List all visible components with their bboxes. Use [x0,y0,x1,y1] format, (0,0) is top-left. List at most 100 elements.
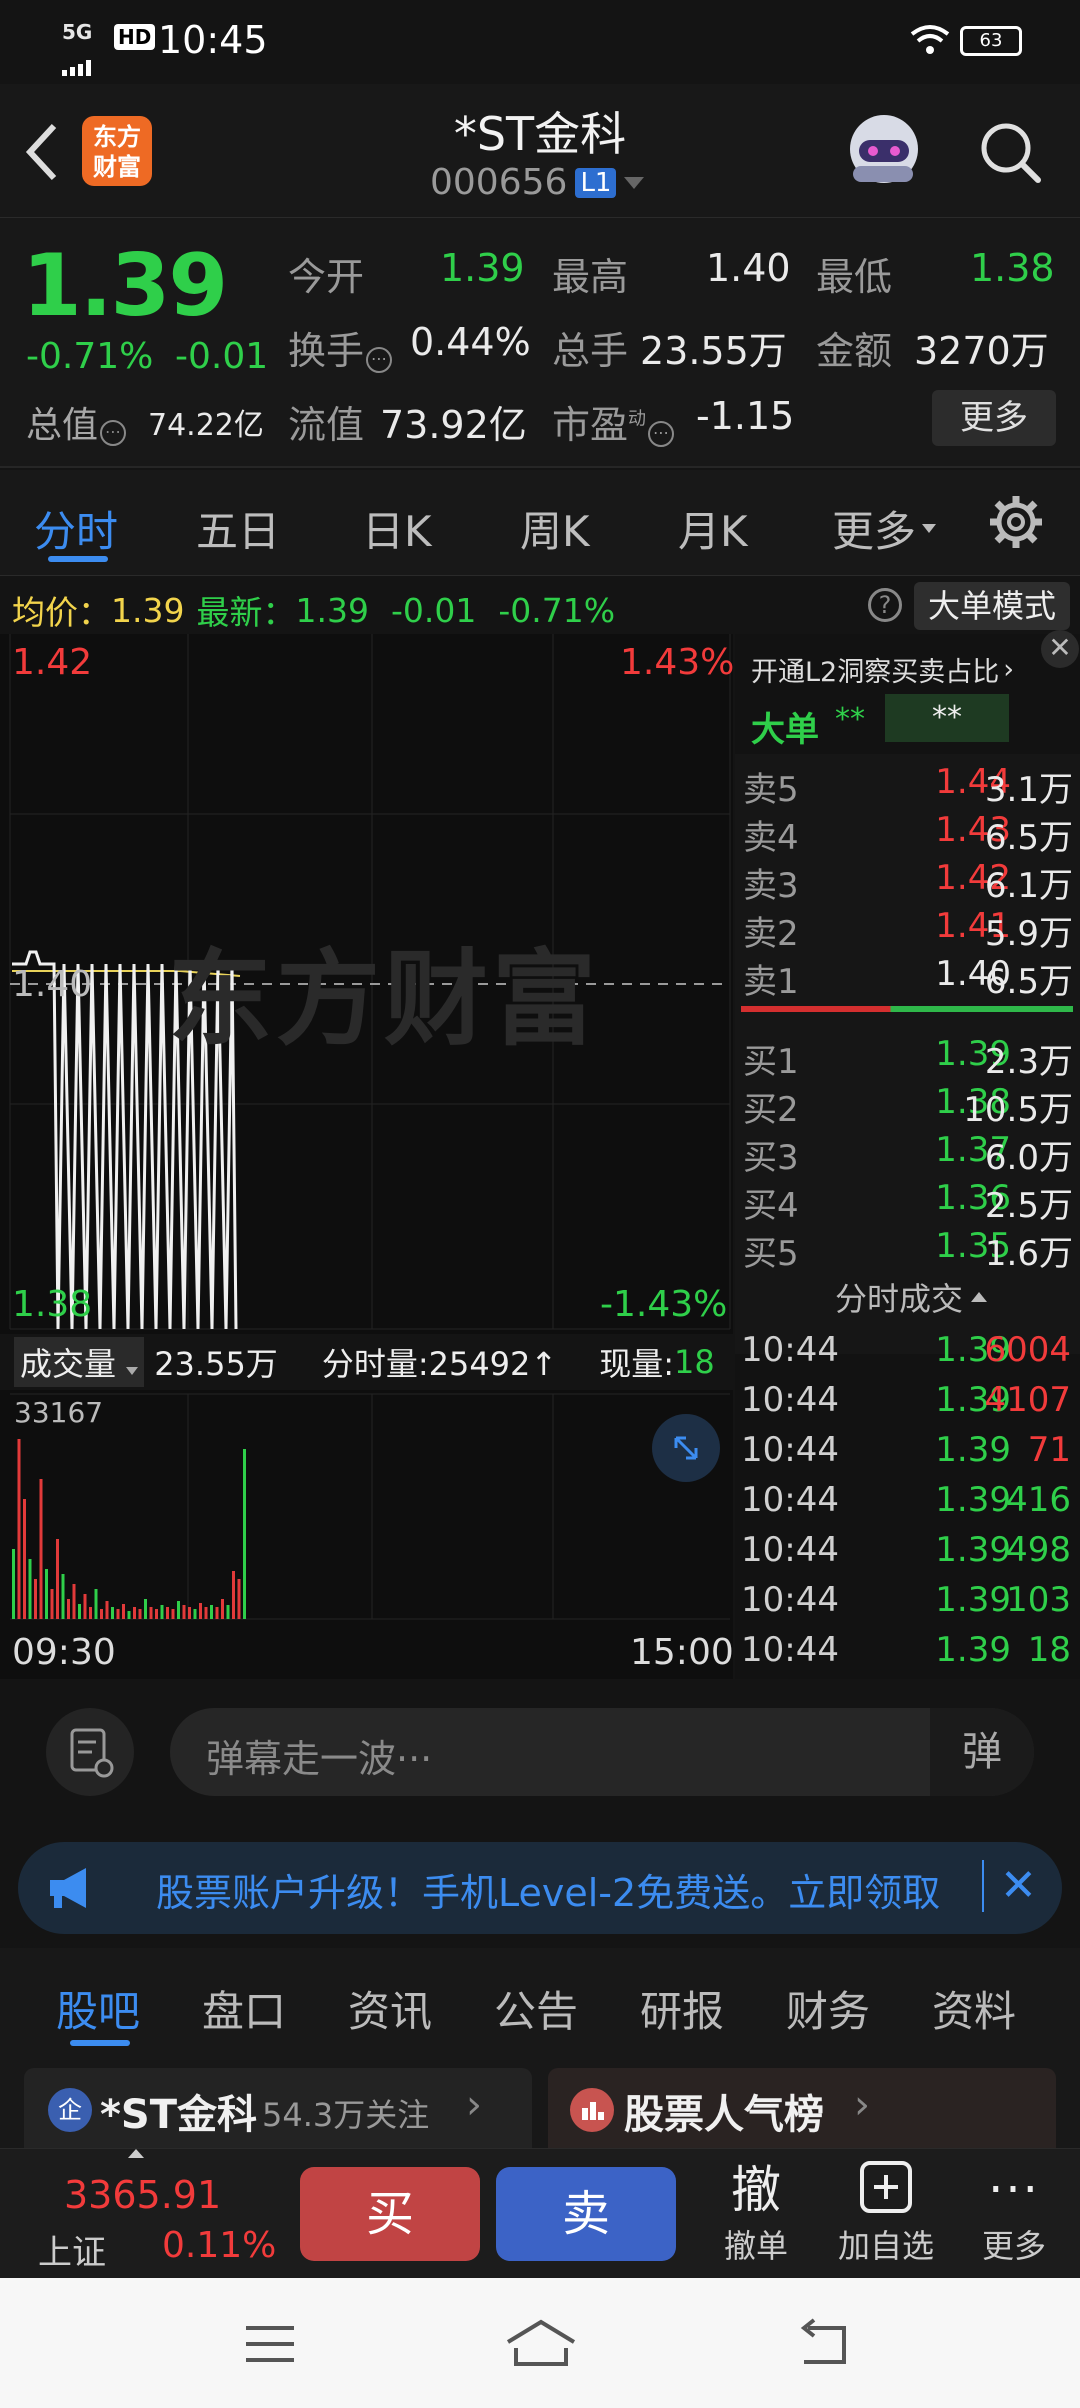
tab-profile[interactable]: 资料 [932,1978,1016,2039]
volume-bar [210,1605,213,1619]
help-icon[interactable]: ? [868,588,902,622]
volume-label: 总手 [552,329,629,373]
volume-bar [45,1569,48,1619]
sell-button[interactable]: 卖 [496,2167,676,2261]
network-type: 5G [62,20,93,44]
latest-change: -0.01 [390,590,477,630]
avg-label: 均价： [12,593,111,632]
tab-weekly-k[interactable]: 周K [520,498,590,559]
big-order-row: 大单 ** ** [735,694,1080,752]
logo-line2: 财富 [93,153,141,181]
bid-row: 买1 1.39 2.3万 [743,1034,1073,1082]
tab-intraday[interactable]: 分时 [34,498,118,559]
volume-bar [127,1611,131,1619]
low-value: 1.38 [970,246,1055,290]
promo-banner[interactable]: 股票账户升级！手机Level-2免费送。立即领取 ✕ [18,1842,1062,1934]
volume-total: 23.55万 [154,1345,278,1383]
market-cap: 74.22亿 [148,408,264,443]
app-logo[interactable]: 东方 财富 [82,116,152,186]
back-icon[interactable] [22,122,62,186]
big-order-value-b: ** [885,694,1009,742]
l2-insight-link[interactable]: 开通L2洞察买卖占比 › [751,650,1014,689]
forum-followers: 54.3万关注 [262,2096,430,2134]
volume-bar [133,1607,136,1619]
forum-stock-name: *ST金科 [100,2092,258,2138]
order-book: 卖5 1.44 3.1万 卖4 1.43 6.5万 卖3 1.42 6.1万 卖2 1.41 5… [735,754,1080,1354]
danmu-toggle-button[interactable]: 弹 [930,1708,1034,1796]
amount-value: 3270万 [914,329,1049,373]
more-menu-button[interactable]: ··· 更多 [974,2159,1054,2267]
more-button[interactable]: 更多 [932,390,1056,446]
tab-research[interactable]: 研报 [640,1978,724,2039]
danmu-input[interactable]: 弹幕走一波··· 弹 [170,1708,1034,1796]
time-start: 09:30 [12,1632,116,1673]
more-dots-icon: ··· [988,2162,1040,2218]
index-name: 上证 [38,2233,106,2273]
chart-canvas [9,634,731,1620]
cancel-order-label: 撤单 [723,2227,788,2265]
add-watchlist-icon [828,2159,944,2221]
chevron-right-icon: › [1003,654,1015,685]
menu-icon[interactable] [244,2322,296,2370]
add-watchlist-button[interactable]: 加自选 [828,2159,944,2267]
index-value[interactable]: 3365.91 [64,2173,221,2217]
buy-button[interactable]: 买 [300,2167,480,2261]
tab-news[interactable]: 资讯 [348,1978,432,2039]
volume-bar [215,1607,219,1619]
tab-financials[interactable]: 财务 [786,1978,870,2039]
bid-row: 买4 1.36 2.5万 [743,1178,1073,1226]
tab-daily-k[interactable]: 日K [362,498,432,559]
tick-row: 10:44 1.39 498 [741,1530,1071,1570]
volume-indicator-selector[interactable]: 成交量 [14,1337,145,1387]
caret-up-icon [971,1292,988,1302]
tab-order-book[interactable]: 盘口 [202,1978,286,2039]
tab-more[interactable]: 更多 [832,498,937,559]
forum-cards: 企 *ST金科 54.3万关注 › 股票人气榜 › [0,2058,1080,2148]
battery-icon: 63 [960,26,1022,56]
tick-row: 10:44 1.39 416 [741,1480,1071,1520]
enterprise-badge: 企 [48,2088,92,2132]
market-cap-label: 总值 ⋯ [26,396,127,448]
expand-icon[interactable] [652,1414,720,1482]
tab-monthly-k[interactable]: 月K [678,498,748,559]
ask-row: 卖3 1.42 6.1万 [743,858,1073,906]
close-icon[interactable]: ✕ [982,1860,1037,1912]
danmu-list-icon[interactable] [46,1708,134,1796]
close-icon[interactable]: ✕ [1041,630,1079,668]
robot-assistant-icon[interactable] [843,108,925,190]
logo-line1: 东方 [93,123,141,151]
volume-bar [149,1607,153,1619]
stock-header: 东方 财富 *ST金科 000656 L1 [0,84,1080,218]
tab-five-day[interactable]: 五日 [196,498,280,559]
volume-bar [94,1589,98,1619]
quote-panel: 1.39 -0.71% -0.01 总值 ⋯ 74.22亿 今开 1.39 最高 … [0,218,1080,468]
tab-forum[interactable]: 股吧 [56,1978,140,2039]
volume-bar [122,1604,125,1619]
stock-forum-card[interactable]: 企 *ST金科 54.3万关注 › [24,2068,532,2148]
volume-bar [171,1609,175,1619]
stock-code-selector[interactable]: 000656 L1 [430,162,645,203]
volume-bar [221,1599,224,1619]
low-label: 最低 [816,255,893,299]
ticks-title[interactable]: 分时成交 [835,1274,988,1320]
cancel-order-button[interactable]: 撤 撤单 [716,2159,796,2267]
price-info-bar: 均价： 1.39 最新： 1.39 -0.01 -0.71% ? 大单模式 [0,578,1080,634]
rank-title: 股票人气榜 [624,2092,824,2138]
intraday-chart[interactable]: 东方财富 1.42 1.43% 1.40 1.38 -1.43% 成交量 23.… [0,634,734,1679]
tab-announcements[interactable]: 公告 [494,1978,578,2039]
stock-code: 000656 [430,162,568,203]
volume-bar [83,1594,87,1619]
big-order-mode-button[interactable]: 大单模式 [914,582,1070,630]
volume-bar [166,1607,169,1619]
status-bar: 5G HD 10:45 63 [0,0,1080,84]
settings-icon[interactable] [988,494,1044,554]
volume-bar [155,1609,158,1619]
search-icon[interactable] [978,120,1044,190]
volume-bar [232,1571,235,1619]
popularity-rank-card[interactable]: 股票人气榜 › [548,2068,1056,2148]
collapse-arrow-icon[interactable] [128,2149,144,2158]
home-icon[interactable] [504,2318,578,2372]
pe-value: -1.15 [696,394,795,438]
back-icon[interactable] [794,2318,850,2372]
pe-label: 市盈动⋯ [552,394,675,449]
